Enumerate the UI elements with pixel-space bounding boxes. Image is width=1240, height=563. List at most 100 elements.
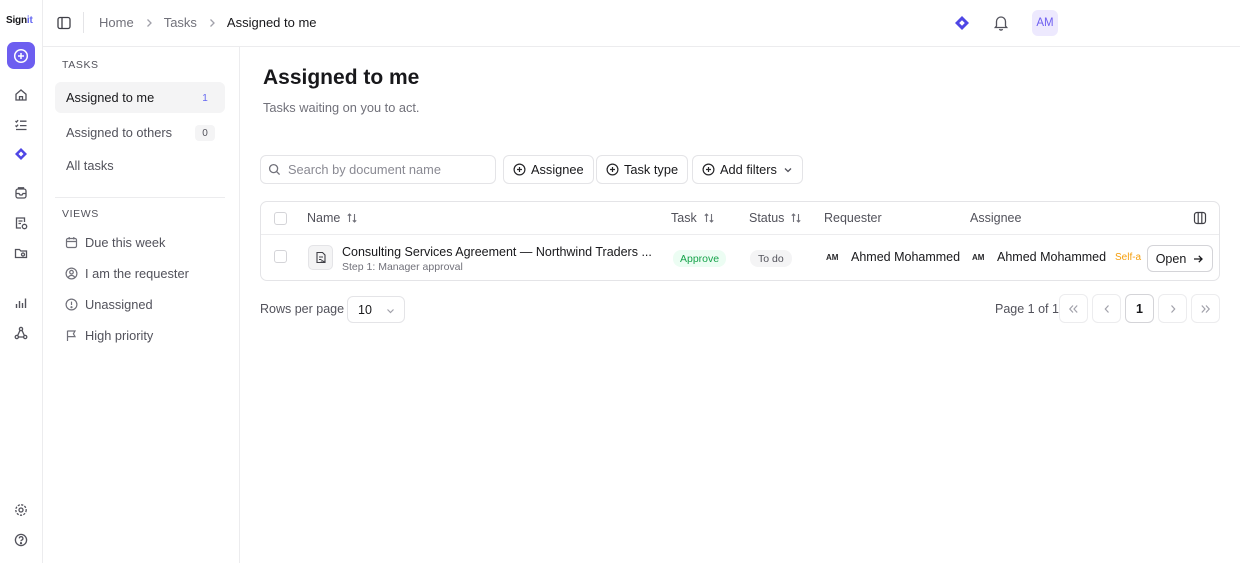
breadcrumb: Home Tasks Assigned to me [99, 15, 317, 30]
column-label: Status [749, 211, 785, 225]
view-i-am-the-requester[interactable]: I am the requester [65, 266, 189, 281]
select-all-checkbox[interactable] [274, 212, 287, 225]
rail-tasks[interactable] [10, 114, 32, 136]
plus-circle-icon [13, 48, 29, 63]
workflow-shortcut-button[interactable] [954, 15, 970, 31]
network-icon [14, 326, 28, 340]
column-task[interactable]: Task [671, 211, 715, 225]
next-page-button[interactable] [1158, 294, 1187, 323]
sort-icon [347, 213, 357, 223]
previous-page-button[interactable] [1092, 294, 1121, 323]
sort-icon [704, 213, 714, 223]
user-avatar[interactable]: AM [1032, 10, 1058, 36]
arrow-right-icon [1194, 254, 1204, 263]
column-label: Task [671, 211, 697, 225]
status-badge: To do [750, 250, 792, 267]
user-circle-icon [65, 267, 78, 280]
page-title: Assigned to me [263, 66, 420, 89]
column-assignee: Assignee [970, 211, 1021, 225]
header-divider [83, 12, 84, 33]
view-label: Due this week [85, 235, 166, 250]
rail-home[interactable] [10, 84, 32, 106]
rail-settings[interactable] [10, 499, 32, 521]
app-logo[interactable]: Signit [6, 15, 33, 26]
search-input[interactable] [288, 162, 488, 177]
assignee-name: Ahmed Mohammed [997, 250, 1107, 264]
rail-inbox[interactable] [10, 182, 32, 204]
flag-icon [66, 330, 77, 341]
column-requester: Requester [824, 211, 882, 225]
sort-icon [791, 213, 802, 223]
diamond-icon [955, 16, 969, 30]
requester-name: Ahmed Mohammed [851, 250, 961, 264]
open-button-label: Open [1155, 251, 1187, 266]
rail-analytics[interactable] [10, 292, 32, 314]
page-subtitle: Tasks waiting on you to act. [263, 100, 420, 115]
view-label: High priority [85, 328, 154, 343]
rows-per-page-label: Rows per page [260, 302, 345, 316]
sidebar-item-assigned-to-others[interactable]: Assigned to others 0 [55, 117, 225, 148]
column-name[interactable]: Name [307, 211, 358, 225]
document-icon [308, 245, 333, 270]
breadcrumb-tasks[interactable]: Tasks [164, 15, 197, 30]
tasks-table: Name Task Status Requester Assignee Cons… [260, 201, 1220, 281]
table-row[interactable]: Consulting Services Agreement — Northwin… [261, 236, 1219, 281]
views-section-label: VIEWS [62, 208, 99, 220]
rail-help[interactable] [10, 529, 32, 551]
document-name[interactable]: Consulting Services Agreement — Northwin… [342, 245, 652, 259]
plus-circle-icon [606, 163, 619, 176]
chevron-left-icon [1103, 304, 1109, 313]
chevrons-right-icon [1201, 304, 1211, 313]
rail-integrations[interactable] [10, 322, 32, 344]
sidebar-item-label: Assigned to others [66, 125, 172, 140]
rail-workflows[interactable] [10, 143, 32, 165]
plus-circle-icon [702, 163, 715, 176]
column-label: Requester [824, 211, 882, 225]
document-check-icon [15, 217, 28, 230]
chevron-right-icon [1170, 304, 1176, 313]
filter-label: Add filters [720, 162, 777, 177]
chevron-right-icon [208, 18, 216, 28]
assignee-filter-button[interactable]: Assignee [503, 155, 594, 184]
table-header: Name Task Status Requester Assignee [261, 202, 1219, 235]
sidebar-item-assigned-to-me[interactable]: Assigned to me 1 [55, 82, 225, 113]
rows-per-page-select[interactable]: 10 [347, 296, 405, 323]
inbox-icon [15, 187, 27, 199]
task-type-filter-button[interactable]: Task type [596, 155, 689, 184]
first-page-button[interactable] [1059, 294, 1088, 323]
last-page-button[interactable] [1191, 294, 1220, 323]
icon-rail: Signit [0, 0, 43, 563]
chevron-down-icon [387, 309, 394, 314]
breadcrumb-home[interactable]: Home [99, 15, 134, 30]
self-assigned-tag: Self-a [1115, 252, 1142, 263]
assignee-cell: AM Ahmed Mohammed [972, 250, 1106, 264]
plus-circle-icon [513, 163, 526, 176]
sidebar-item-all-tasks[interactable]: All tasks [55, 150, 225, 181]
column-status[interactable]: Status [749, 211, 802, 225]
view-due-this-week[interactable]: Due this week [65, 235, 165, 250]
notifications-button[interactable] [993, 14, 1009, 31]
filter-label: Task type [624, 162, 679, 177]
view-high-priority[interactable]: High priority [65, 328, 153, 343]
rail-documents[interactable] [10, 212, 32, 234]
view-label: I am the requester [85, 266, 189, 281]
bar-chart-icon [15, 298, 27, 308]
count-badge: 0 [195, 125, 215, 141]
view-unassigned[interactable]: Unassigned [65, 297, 153, 312]
page-info: Page 1 of 1 [995, 302, 1059, 316]
rows-per-page-value: 10 [358, 302, 372, 317]
bell-icon [993, 16, 1009, 31]
rail-folders[interactable] [10, 242, 32, 264]
chevron-right-icon [145, 18, 153, 28]
columns-toggle-button[interactable] [1193, 211, 1207, 225]
count-badge: 1 [202, 92, 208, 104]
page-1-button[interactable]: 1 [1125, 294, 1154, 323]
sidebar-item-label: All tasks [66, 158, 114, 173]
row-checkbox[interactable] [274, 250, 287, 263]
tasks-section-label: TASKS [62, 59, 99, 71]
sidebar-toggle-button[interactable] [56, 15, 72, 31]
create-button[interactable] [7, 42, 35, 69]
open-button[interactable]: Open [1147, 245, 1213, 272]
add-filters-button[interactable]: Add filters [692, 155, 803, 184]
calendar-icon [65, 237, 78, 249]
